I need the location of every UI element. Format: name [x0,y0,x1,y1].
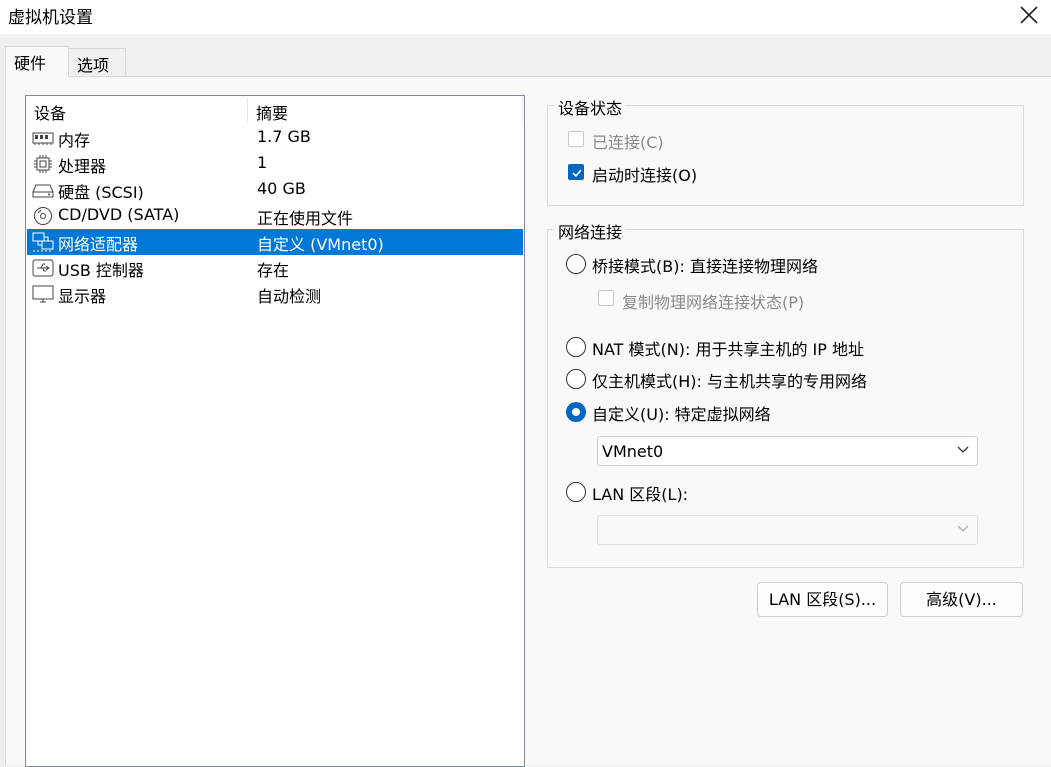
hardware-name: CD/DVD (SATA) [58,205,180,224]
hardware-summary: 自定义 (VMnet0) [257,235,384,254]
replicate-state-label: 复制物理网络连接状态(P) [622,293,805,312]
hardware-row-network-adapter[interactable]: 网络适配器 自定义 (VMnet0) [27,229,523,255]
cpu-icon [32,154,54,174]
connected-checkbox[interactable] [568,131,584,147]
custom-label: 自定义(U): 特定虚拟网络 [592,405,771,424]
connect-at-power-on-checkbox[interactable] [568,164,584,180]
hardware-name: 网络适配器 [58,235,139,254]
bridged-radio[interactable] [566,254,586,274]
nat-label: NAT 模式(N): 用于共享主机的 IP 地址 [592,340,865,359]
hardware-row-memory[interactable]: 内存 1.7 GB [27,125,523,151]
column-header-summary[interactable]: 摘要 [256,100,288,124]
column-header-device[interactable]: 设备 [34,100,66,124]
custom-radio[interactable] [566,402,586,422]
hardware-name: 显示器 [58,287,107,306]
device-status-title: 设备状态 [555,95,626,119]
hardware-name: USB 控制器 [58,261,144,280]
hardware-row-cd-dvd[interactable]: CD/DVD (SATA) 正在使用文件 [27,203,523,229]
custom-network-value: VMnet0 [602,442,664,461]
lan-segment-label: LAN 区段(L): [592,485,689,504]
usb-icon [32,258,54,278]
hardware-row-usb[interactable]: USB 控制器 存在 [27,255,523,281]
connect-at-power-on-label: 启动时连接(O) [592,166,698,185]
hardware-summary: 存在 [257,261,290,280]
hardware-row-processor[interactable]: 处理器 1 [27,151,523,177]
cd-dvd-icon [32,206,54,226]
column-divider[interactable] [522,98,523,122]
host-only-radio[interactable] [566,369,586,389]
hardware-summary: 正在使用文件 [257,209,354,228]
hardware-name: 处理器 [58,157,107,176]
chevron-down-icon [957,525,969,532]
monitor-icon [32,284,54,304]
host-only-label: 仅主机模式(H): 与主机共享的专用网络 [592,372,867,391]
network-adapter-icon [32,232,54,252]
title-bar: 虚拟机设置 [0,0,1051,34]
connected-label: 已连接(C) [592,133,664,152]
hardware-row-hard-disk[interactable]: 硬盘 (SCSI) 40 GB [27,177,523,203]
lan-segment-select[interactable] [597,515,978,545]
tab-options[interactable]: 选项 [68,48,126,76]
bridged-label: 桥接模式(B): 直接连接物理网络 [592,257,818,276]
hardware-summary: 1 [257,153,268,172]
chevron-down-icon [957,446,969,453]
hard-disk-icon [32,180,54,200]
replicate-state-checkbox[interactable] [598,290,614,306]
hardware-list[interactable]: 设备 摘要 内存 1.7 GB 处理器 1 硬盘 (SCSI) 40 GB CD… [25,95,525,767]
hardware-name: 硬盘 (SCSI) [58,183,144,202]
hardware-summary: 自动检测 [257,287,322,306]
custom-network-select[interactable]: VMnet0 [597,436,978,466]
column-divider[interactable] [247,98,248,122]
hardware-summary: 40 GB [257,179,306,198]
close-icon [1020,6,1038,24]
advanced-button[interactable]: 高级(V)... [900,582,1023,617]
window-title: 虚拟机设置 [8,8,93,28]
hardware-row-display[interactable]: 显示器 自动检测 [27,281,523,307]
lan-segments-button[interactable]: LAN 区段(S)... [757,582,888,617]
hardware-name: 内存 [58,131,91,150]
device-status-group [547,105,1024,206]
tab-hardware[interactable]: 硬件 [5,46,69,77]
hardware-summary: 1.7 GB [257,127,311,146]
checkmark-icon [572,169,582,178]
network-connection-title: 网络连接 [555,219,626,243]
lan-segment-radio[interactable] [566,482,586,502]
close-button[interactable] [1010,0,1050,30]
nat-radio[interactable] [566,337,586,357]
memory-icon [32,128,54,148]
